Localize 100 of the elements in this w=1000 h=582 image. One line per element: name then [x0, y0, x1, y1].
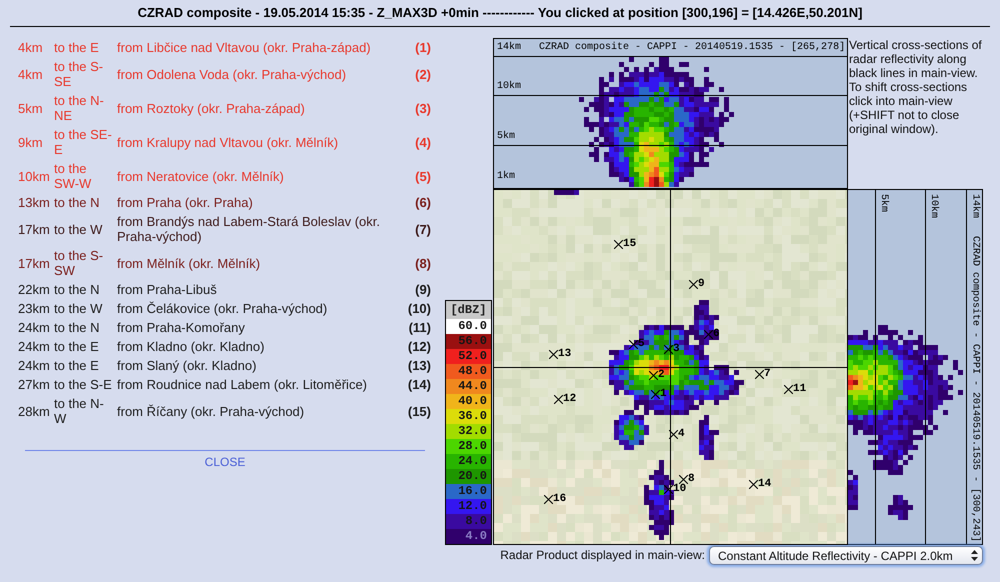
cross-marker-icon	[651, 390, 660, 398]
index-text: (7)	[415, 222, 431, 236]
index-text: (8)	[415, 256, 431, 270]
place-text: from Brandýs nad Labem-Stará Boleslav (okr. Praha-východ)	[117, 214, 382, 244]
legend-entry: 60.0	[446, 319, 491, 334]
index-text: (13)	[408, 358, 431, 373]
cross-marker-icon	[614, 240, 623, 248]
cross-marker-icon	[704, 330, 713, 338]
place-text: from Čelákovice (okr. Praha-východ)	[117, 301, 328, 316]
distance-text: 4km	[18, 66, 44, 82]
marker-label: 13	[558, 348, 572, 360]
distance-text: 24km	[18, 358, 51, 373]
direction-text: to the N-W	[54, 396, 105, 426]
section-title: CZRAD composite - CAPPI - 20140519.1535 - [265,278]	[539, 42, 846, 54]
index-text: (12)	[408, 339, 431, 354]
marker-label: 9	[698, 278, 705, 290]
cross-marker-icon	[544, 494, 553, 504]
place-text: from Kladno (okr. Kladno)	[117, 339, 266, 354]
direction-text: to the W	[54, 301, 104, 316]
legend-entry: 20.0	[446, 469, 491, 484]
legend-entry: 8.0	[446, 514, 491, 529]
place-text: from Roztoky (okr. Praha-západ)	[117, 100, 306, 116]
marker-label: 16	[553, 493, 566, 505]
description-text: Vertical cross-sections of radar reflectivity along black lines in main-view. To shift cross-sections click into main-view (+SHIFT not to close original window).	[848, 38, 983, 138]
place-text: from Slaný (okr. Kladno)	[117, 358, 258, 373]
close-link[interactable]: CLOSE	[204, 455, 246, 470]
distance-text: 22km	[18, 282, 51, 297]
place-text: from Praha-Libuš	[117, 282, 218, 297]
legend-entry: 36.0	[446, 409, 491, 424]
place-text: from Praha (okr. Praha)	[117, 195, 254, 210]
marker-label: 14	[758, 478, 772, 490]
place-text: from Roudnice nad Labem (okr. Litoměřice)	[117, 377, 368, 392]
distance-text: 4km	[18, 40, 44, 55]
index-text: (11)	[408, 320, 431, 335]
distance-text: 10km	[18, 168, 51, 184]
cross-marker-icon	[549, 350, 558, 358]
direction-text: to the N	[54, 282, 101, 297]
place-text: from Mělník (okr. Mělník)	[117, 256, 262, 270]
legend-entry: 4.0	[446, 529, 491, 544]
legend-entry: 40.0	[446, 394, 491, 409]
marker-label: 8	[688, 473, 695, 485]
cross-marker-icon	[629, 340, 638, 348]
altitude-label: 5km	[877, 194, 889, 212]
legend-entry: 44.0	[446, 379, 491, 394]
reflectivity-profile-drawing	[888, 495, 913, 520]
place-text: from Kralupy nad Vltavou (okr. Mělník)	[117, 134, 340, 150]
direction-text: to the S-E	[54, 377, 113, 392]
radar-echo-drawing	[554, 190, 579, 195]
direction-text: to the S-SW	[54, 248, 104, 278]
altitude-label: 10km	[927, 194, 939, 218]
distance-text: 24km	[18, 339, 51, 354]
legend-entry: 32.0	[446, 424, 491, 439]
direction-text: to the E	[54, 40, 100, 55]
cross-marker-icon	[664, 344, 673, 354]
index-text: (2)	[415, 66, 431, 82]
updown-icon	[970, 550, 978, 561]
direction-text: to the S-SE	[54, 59, 104, 89]
direction-text: to the E	[54, 339, 100, 354]
marker-label: 11	[793, 383, 806, 395]
place-text: from Praha-Komořany	[117, 320, 246, 335]
cross-marker-icon	[679, 474, 688, 484]
legend-entry: 24.0	[446, 454, 491, 469]
legend-title: [dBZ]	[446, 301, 491, 319]
marker-label: 4	[678, 428, 685, 440]
legend-entry: 16.0	[446, 484, 491, 499]
cross-marker-icon	[784, 384, 793, 394]
direction-text: to the E	[54, 358, 100, 373]
distance-text: 13km	[18, 195, 51, 210]
index-text: (14)	[408, 377, 431, 392]
place-text: from Říčany (okr. Praha-východ)	[117, 404, 306, 418]
place-text: from Odolena Voda (okr. Praha-východ)	[117, 66, 348, 82]
legend-entry: 56.0	[446, 334, 491, 349]
product-select[interactable]: Constant Altitude Reflectivity - CAPPI 2.0km	[709, 546, 983, 565]
page-title: CZRAD composite - 19.05.2014 15:35 - Z_MAX3D +0min ------------ You clicked at position [300,196] = [14.426E,50.201N]	[138, 5, 862, 20]
index-text: (4)	[415, 134, 431, 150]
altitude-label: 10km	[497, 81, 522, 93]
index-text: (3)	[415, 100, 431, 116]
index-text: (5)	[415, 168, 431, 184]
index-text: (10)	[408, 301, 431, 316]
distance-text: 28km	[18, 404, 51, 418]
direction-text: to the SE-E	[54, 127, 113, 157]
altitude-label: 5km	[497, 131, 516, 143]
place-text: from Libčice nad Vltavou (okr. Praha-západ)	[117, 40, 372, 55]
marker-label: 1	[660, 388, 667, 400]
cross-marker-icon	[649, 370, 658, 380]
distance-text: 9km	[18, 134, 44, 150]
place-text: from Neratovice (okr. Mělník)	[117, 168, 285, 184]
altitude-label: 14km	[968, 194, 982, 218]
legend-entry: 12.0	[446, 499, 491, 514]
marker-label: 7	[764, 368, 771, 380]
altitude-label: 1km	[497, 171, 516, 183]
marker-label: 10	[673, 483, 686, 495]
cross-marker-icon	[689, 280, 698, 288]
cross-marker-icon	[749, 480, 758, 488]
cross-marker-icon	[554, 394, 563, 404]
direction-text: to the W	[54, 222, 104, 236]
direction-text: to the N	[54, 320, 101, 335]
altitude-label: 14km	[497, 42, 522, 54]
index-text: (15)	[408, 404, 431, 418]
cross-marker-icon	[669, 430, 678, 438]
